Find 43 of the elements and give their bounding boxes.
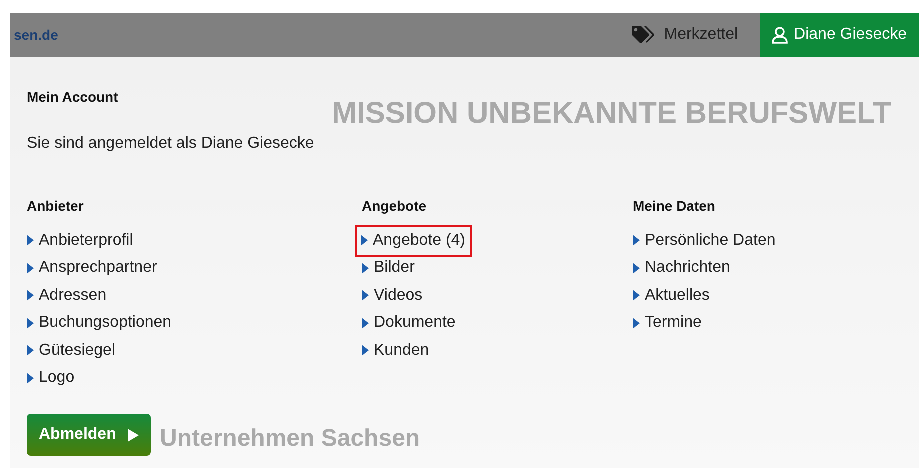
column-heading: Anbieter	[27, 197, 85, 216]
watchlist-link[interactable]: Merkzettel	[630, 19, 740, 51]
banner-title: MISSION UNBEKANNTE BERUFSWELT	[332, 96, 892, 132]
column-heading: Angebote	[362, 197, 428, 216]
menu-link[interactable]: Logo	[27, 364, 79, 392]
triangle-icon	[633, 262, 640, 274]
menu-link[interactable]: Kunden	[362, 337, 434, 364]
menu-link[interactable]: Nachrichten	[633, 254, 734, 282]
menu-link[interactable]: Buchungsoptionen	[27, 310, 176, 337]
menu-link[interactable]: Angebote (4)	[357, 227, 470, 254]
user-menu-button[interactable]: Diane Giesecke	[760, 13, 919, 57]
menu-link[interactable]: Aktuelles	[633, 282, 714, 310]
menu-link[interactable]: Videos	[362, 282, 427, 310]
menu-link[interactable]: Termine	[633, 310, 706, 337]
triangle-icon	[633, 290, 640, 302]
logout-button[interactable]: Abmelden	[27, 414, 152, 456]
triangle-icon	[361, 235, 368, 246]
triangle-icon	[362, 262, 369, 274]
triangle-icon	[362, 318, 369, 329]
triangle-icon	[633, 235, 640, 246]
account-title: Mein Account	[27, 88, 120, 107]
triangle-icon	[27, 235, 34, 246]
triangle-icon	[27, 290, 34, 302]
menu-link[interactable]: Ansprechpartner	[27, 254, 162, 282]
menu-link[interactable]: Persönliche Daten	[633, 227, 780, 254]
triangle-icon	[27, 318, 34, 329]
triangle-icon	[362, 290, 369, 302]
triangle-icon	[27, 262, 34, 274]
triangle-icon	[27, 345, 34, 356]
user-icon	[772, 26, 788, 44]
background-heading: Unternehmen Sachsen	[160, 424, 420, 454]
login-status: Sie sind angemeldet als Diane Giesecke	[27, 134, 316, 154]
triangle-icon	[27, 372, 34, 384]
column-heading: Meine Daten	[633, 197, 716, 216]
triangle-icon	[362, 345, 369, 356]
menu-link[interactable]: Anbieterprofil	[27, 227, 138, 254]
menu-link[interactable]: Bilder	[362, 254, 419, 282]
menu-link[interactable]: Adressen	[27, 282, 111, 310]
play-arrow-icon	[128, 428, 140, 442]
triangle-icon	[633, 318, 640, 329]
menu-link[interactable]: Dokumente	[362, 310, 460, 337]
site-name: sen.de	[14, 26, 58, 44]
menu-link[interactable]: Gütesiegel	[27, 337, 120, 364]
